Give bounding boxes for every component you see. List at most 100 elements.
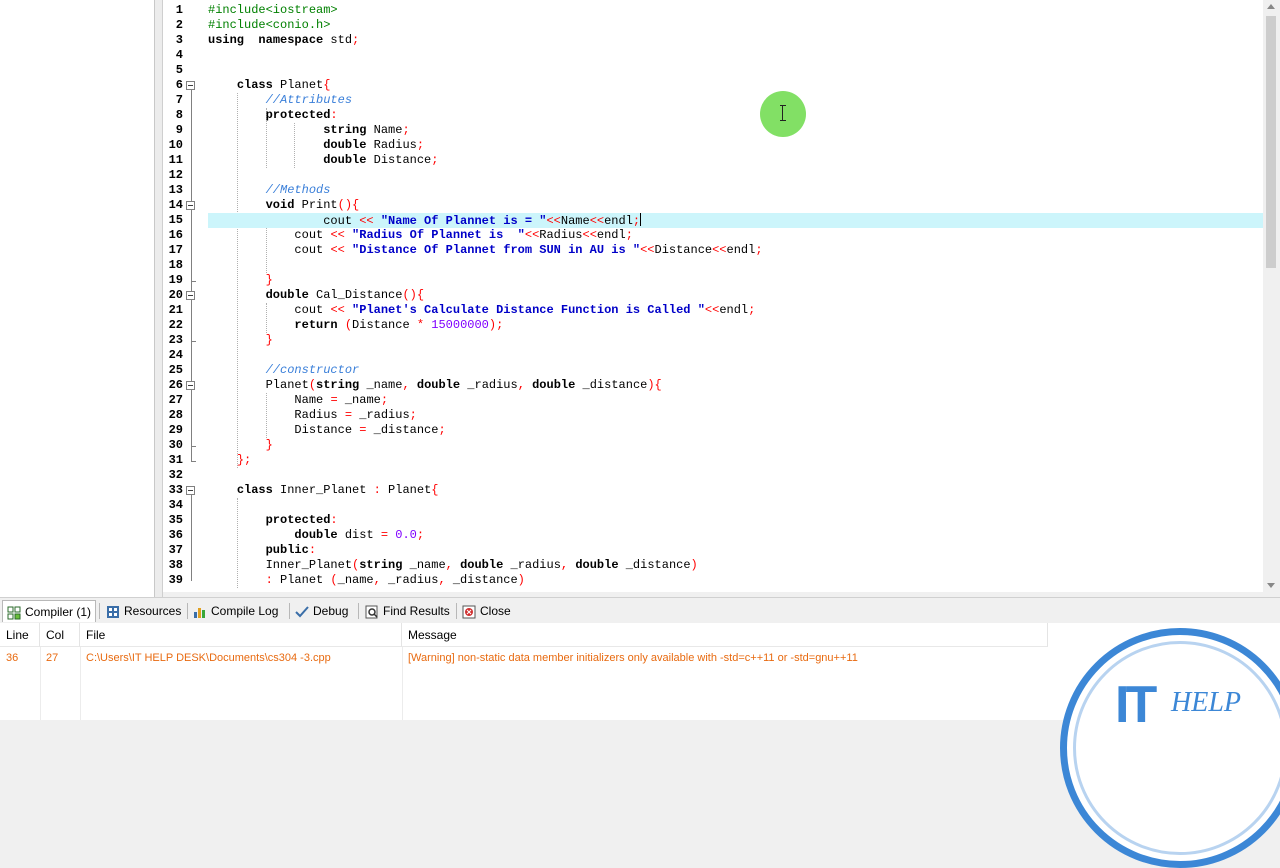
column-header-line[interactable]: Line [0,623,40,647]
code-line[interactable]: Planet(string _name, double _radius, dou… [208,378,1263,393]
code-line[interactable]: }; [208,453,1263,468]
code-line[interactable]: } [208,273,1263,288]
code-token: _radius [503,558,561,572]
code-line[interactable]: protected: [208,108,1263,123]
code-token: string [316,378,360,392]
code-line[interactable]: } [208,438,1263,453]
code-line[interactable]: : Planet (_name, _radius, _distance) [208,573,1263,588]
code-editor[interactable]: #include<iostream> #include<conio.h> using… [208,0,1263,592]
code-line[interactable]: double dist = 0.0; [208,528,1263,543]
code-token: << [712,243,727,257]
line-number: 16 [168,228,183,242]
line-number: 37 [168,543,183,557]
scroll-up-arrow-icon[interactable] [1267,4,1275,9]
scroll-thumb[interactable] [1266,16,1276,268]
code-line[interactable]: class Inner_Planet : Planet{ [208,483,1263,498]
code-token: "Planet's Calculate Distance Function is… [352,303,705,317]
code-line[interactable] [208,258,1263,273]
code-line[interactable]: using namespace std; [208,33,1263,48]
code-line[interactable]: public: [208,543,1263,558]
code-line[interactable]: double Cal_Distance(){ [208,288,1263,303]
code-line[interactable]: cout << "Radius Of Plannet is "<<Radius<… [208,228,1263,243]
tab-resources[interactable]: Resources [102,600,184,622]
tab-close[interactable]: Close [458,600,518,622]
code-token: cout [294,228,331,242]
tab-compiler[interactable]: Compiler (1) [2,600,96,622]
code-token: Radius [366,138,417,152]
code-token: ; [438,423,446,437]
line-number: 23 [168,333,183,347]
code-line[interactable]: string Name; [208,123,1263,138]
code-token: std [323,33,353,47]
fold-toggle-icon[interactable] [186,81,195,90]
column-header-col[interactable]: Col [40,623,80,647]
code-line[interactable] [208,468,1263,483]
code-line[interactable]: //Methods [208,183,1263,198]
tab-find-results[interactable]: Find Results [361,600,454,622]
code-token: _name [402,558,446,572]
code-line[interactable]: protected: [208,513,1263,528]
code-line[interactable]: //constructor [208,363,1263,378]
code-line[interactable]: double Distance; [208,153,1263,168]
column-header-file[interactable]: File [80,623,402,647]
code-token: namespace [258,33,324,47]
close-icon [462,604,476,619]
code-line[interactable]: return (Distance * 15000000); [208,318,1263,333]
code-line[interactable]: #include<conio.h> [208,18,1263,33]
code-token: << [330,243,345,257]
column-header-message[interactable]: Message [402,623,1048,647]
code-token: 15000000 [431,318,489,332]
code-line[interactable] [208,63,1263,78]
code-line[interactable]: } [208,333,1263,348]
fold-toggle-icon[interactable] [186,291,195,300]
tab-compile-log[interactable]: Compile Log [189,600,287,622]
code-line[interactable] [208,498,1263,513]
line-number: 5 [175,63,183,77]
code-token: double [460,558,504,572]
code-line[interactable]: cout << "Planet's Calculate Distance Fun… [208,303,1263,318]
code-line[interactable]: Radius = _radius; [208,408,1263,423]
code-token: Distance [352,318,417,332]
code-line[interactable]: cout << "Name Of Plannet is = "<<Name<<e… [208,213,1263,228]
code-line[interactable]: double Radius; [208,138,1263,153]
code-token: _distance [575,378,648,392]
project-panel-scrollbar[interactable] [155,0,163,597]
code-token: : [330,108,338,122]
code-line[interactable]: Name = _name; [208,393,1263,408]
code-line[interactable]: Distance = _distance; [208,423,1263,438]
code-token: (){ [337,198,360,212]
line-number: 27 [168,393,183,407]
code-token: Name [560,214,590,228]
editor-vertical-scrollbar[interactable] [1263,0,1280,592]
code-line[interactable]: cout << "Distance Of Plannet from SUN in… [208,243,1263,258]
code-token: << [330,228,345,242]
code-line[interactable] [208,168,1263,183]
tab-debug[interactable]: Debug [291,600,355,622]
code-token: } [265,273,273,287]
code-line[interactable]: class Planet{ [208,78,1263,93]
code-line[interactable] [208,348,1263,363]
fold-toggle-icon[interactable] [186,486,195,495]
code-line[interactable]: void Print(){ [208,198,1263,213]
cell-line: 36 [6,652,19,664]
cell-col: 27 [46,652,59,664]
code-line[interactable] [208,48,1263,63]
code-line[interactable]: //Attributes [208,93,1263,108]
code-token: _name [337,573,374,587]
code-token: ) [690,558,698,572]
fold-toggle-icon[interactable] [186,201,195,210]
code-line[interactable]: #include<iostream> [208,3,1263,18]
scroll-down-arrow-icon[interactable] [1267,583,1275,588]
code-line[interactable]: Inner_Planet(string _name, double _radiu… [208,558,1263,573]
code-token: ); [488,318,504,332]
fold-toggle-icon[interactable] [186,381,195,390]
code-token: << [582,228,597,242]
